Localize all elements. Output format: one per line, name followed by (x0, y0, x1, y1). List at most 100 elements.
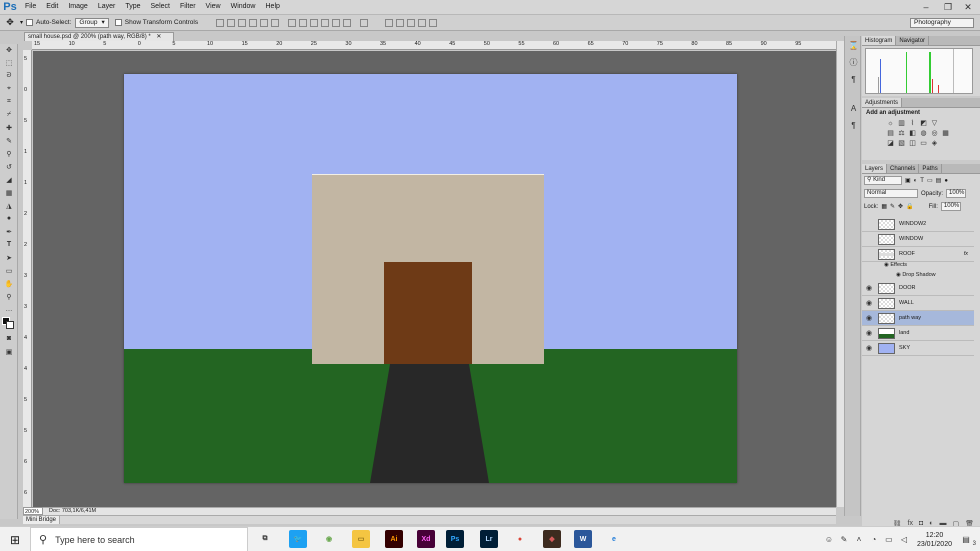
color-balance-icon[interactable]: ⚖ (897, 129, 906, 137)
3d-scale-icon[interactable] (429, 18, 438, 27)
fx-icon[interactable]: fx (964, 251, 968, 257)
gradient-tool-icon[interactable]: ▦ (2, 187, 16, 198)
menu-window[interactable]: Window (226, 0, 261, 14)
layer-row-roof[interactable]: ROOF fx (862, 247, 974, 262)
clock[interactable]: 12:20 23/01/2020 (917, 531, 952, 549)
eye-icon[interactable]: ◉ (864, 298, 874, 308)
visibility-toggle[interactable] (864, 219, 874, 229)
distribute-center-icon[interactable] (332, 18, 341, 27)
background-color-swatch[interactable] (6, 321, 14, 329)
menu-file[interactable]: File (20, 0, 41, 14)
3d-pan-icon[interactable] (407, 18, 416, 27)
xd-icon[interactable]: Xd (417, 530, 435, 548)
hue-saturation-icon[interactable]: ▤ (886, 129, 895, 137)
eye-icon[interactable]: ◉ (864, 313, 874, 323)
black-white-icon[interactable]: ◧ (908, 129, 917, 137)
chevron-up-icon[interactable]: ˄ (853, 535, 865, 544)
file-explorer-icon[interactable]: ▭ (352, 530, 370, 548)
auto-select-checkbox[interactable] (26, 19, 33, 26)
chrome-icon[interactable]: ● (511, 530, 529, 548)
restore-button[interactable]: ❐ (938, 0, 958, 14)
word-icon[interactable]: W (574, 530, 592, 548)
auto-align-icon[interactable] (360, 18, 369, 27)
auto-select-dropdown[interactable]: Group ▾ (75, 17, 109, 28)
align-bottom-icon[interactable] (238, 18, 247, 27)
tab-layers[interactable]: Layers (862, 164, 888, 173)
channel-mixer-icon[interactable]: ◎ (930, 129, 939, 137)
3d-rotate-icon[interactable] (385, 18, 394, 27)
battery-icon[interactable]: ▭ (883, 535, 895, 544)
layer-row-land[interactable]: ◉ land (862, 326, 974, 341)
menu-filter[interactable]: Filter (175, 0, 201, 14)
opacity-field[interactable]: 100% (946, 189, 967, 198)
lock-position-icon[interactable]: ✥ (898, 203, 903, 210)
curves-icon[interactable]: ⌇ (908, 119, 917, 127)
filter-smart-icon[interactable]: ▤ (936, 177, 942, 184)
3d-roll-icon[interactable] (396, 18, 405, 27)
zoom-level-field[interactable]: 200% (23, 507, 43, 515)
path-select-tool-icon[interactable]: ➤ (2, 252, 16, 263)
lock-transparent-icon[interactable]: ▦ (881, 203, 887, 210)
taskbar-search[interactable]: ⚲ Type here to search (30, 527, 248, 551)
info-panel-icon[interactable]: ⓘ (848, 57, 859, 68)
fill-field[interactable]: 100% (940, 202, 961, 211)
distribute-left-icon[interactable] (321, 18, 330, 27)
move-tool-icon[interactable]: ✥ (0, 17, 20, 28)
photo-filter-icon[interactable]: ◍ (919, 129, 928, 137)
marquee-tool-icon[interactable]: ⬚ (2, 57, 16, 68)
blend-mode-dropdown[interactable]: Normal (864, 189, 918, 198)
shape-tool-icon[interactable]: ▭ (2, 265, 16, 276)
filter-type-icon[interactable]: T (920, 178, 924, 184)
layer-row-door[interactable]: ◉ DOOR (862, 281, 974, 296)
distribute-top-icon[interactable] (288, 18, 297, 27)
illustrator-icon[interactable]: Ai (385, 530, 403, 548)
eye-icon[interactable]: ◉ (864, 328, 874, 338)
edge-icon[interactable]: e (605, 530, 623, 548)
color-lookup-icon[interactable]: ▦ (941, 129, 950, 137)
move-tool-icon[interactable]: ✥ (2, 44, 16, 55)
tab-paths[interactable]: Paths (919, 164, 942, 173)
screen-mode-icon[interactable]: ▣ (2, 346, 16, 357)
layer-effects-row[interactable]: ◉ Effects (884, 262, 907, 268)
distribute-bottom-icon[interactable] (310, 18, 319, 27)
close-button[interactable]: ✕ (958, 0, 978, 14)
dodge-tool-icon[interactable]: ● (2, 213, 16, 224)
align-left-icon[interactable] (249, 18, 258, 27)
wifi-icon[interactable]: ◔ (868, 535, 880, 544)
healing-brush-tool-icon[interactable]: ✚ (2, 122, 16, 133)
hand-tool-icon[interactable]: ✋ (2, 278, 16, 289)
distribute-middle-icon[interactable] (299, 18, 308, 27)
task-view-icon[interactable]: ⧉ (256, 530, 274, 548)
crop-tool-icon[interactable]: ⌗ (2, 96, 16, 107)
menu-edit[interactable]: Edit (41, 0, 63, 14)
lightroom-icon[interactable]: Lr (480, 530, 498, 548)
menu-help[interactable]: Help (261, 0, 285, 14)
exposure-icon[interactable]: ◩ (919, 119, 928, 127)
vibrance-icon[interactable]: ▽ (930, 119, 939, 127)
volume-icon[interactable]: ◁ (898, 535, 910, 544)
quick-select-tool-icon[interactable]: ⌖ (2, 83, 16, 94)
pen-tool-icon[interactable]: ✒ (2, 226, 16, 237)
tab-histogram[interactable]: Histogram (862, 36, 897, 45)
layer-row-window2[interactable]: WINDOW2 (862, 217, 974, 232)
lasso-tool-icon[interactable]: ᘐ (2, 70, 16, 81)
selective-color-icon[interactable]: ◈ (930, 139, 939, 147)
twitter-icon[interactable]: 🐦 (289, 530, 307, 548)
threshold-icon[interactable]: ◫ (908, 139, 917, 147)
3d-slide-icon[interactable] (418, 18, 427, 27)
menu-layer[interactable]: Layer (93, 0, 121, 14)
tab-navigator[interactable]: Navigator (896, 36, 930, 45)
pen-icon[interactable]: ✎ (838, 535, 850, 544)
menu-type[interactable]: Type (120, 0, 145, 14)
maps-icon[interactable]: ◉ (320, 530, 338, 548)
layer-row-window[interactable]: WINDOW (862, 232, 974, 247)
visibility-toggle[interactable] (864, 234, 874, 244)
align-center-icon[interactable] (260, 18, 269, 27)
character-panel-icon[interactable]: A (848, 103, 859, 114)
lock-all-icon[interactable]: 🔒 (906, 203, 913, 210)
tab-adjustments[interactable]: Adjustments (862, 98, 903, 107)
paragraph-panel-icon-2[interactable]: ¶ (848, 120, 859, 131)
drop-shadow-row[interactable]: ◉ Drop Shadow (896, 272, 936, 278)
gradient-map-icon[interactable]: ▭ (919, 139, 928, 147)
filter-adjustment-icon[interactable]: ◐ (914, 178, 918, 184)
